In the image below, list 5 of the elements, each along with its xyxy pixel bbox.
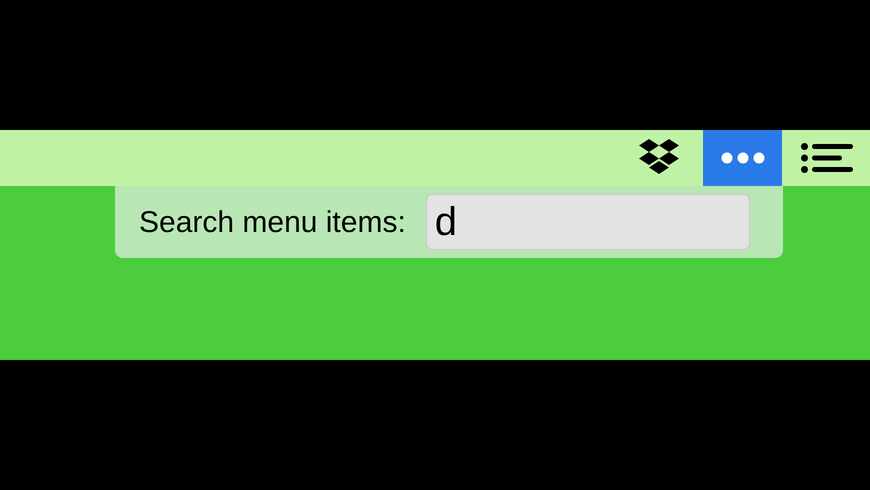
more-icon — [720, 152, 764, 164]
list-icon — [801, 143, 853, 173]
search-label: Search menu items: — [139, 204, 406, 240]
search-field[interactable]: d — [426, 194, 750, 250]
box-icon — [638, 139, 680, 177]
